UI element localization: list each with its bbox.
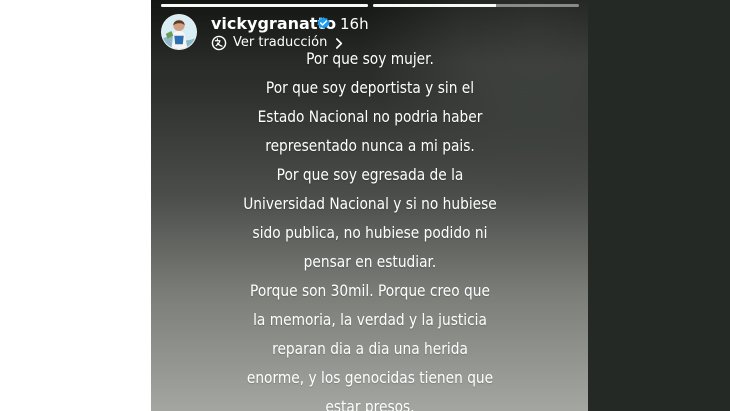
background-panel [588,0,730,411]
story-text-line: la memoria, la verdad y la justicia [253,310,487,329]
profile-avatar[interactable] [161,14,197,50]
story-text-line: Por que soy mujer. [306,49,434,68]
story-text-line: enorme, y los genocidas tienen que [246,368,494,387]
story-text-line: pensar en estudiar. [303,252,437,271]
story-text-line: Por que soy deportista y sin el [265,78,475,97]
story-text-line: Porque son 30mil. Porque creo que [250,281,490,300]
story-progress-bars [161,4,579,8]
progress-fill-1 [161,4,368,7]
story-text-line: Universidad Nacional y si no hubiese [243,194,497,213]
progress-segment-2 [372,4,579,7]
instagram-story[interactable]: vickygranatto 16h Ver traducción Por que… [151,0,588,411]
story-text-line: Por que soy egresada de la [276,165,464,184]
story-text-line: representado nunca a mi pais. [265,136,475,155]
story-text-line: Estado Nacional no podria haber [257,107,483,126]
story-text-line: estar presos. [325,397,415,411]
progress-segment-1 [161,4,368,7]
story-text-line: sido publica, no hubiese podido ni [252,223,488,242]
story-text-line: reparan dia a dia una herida [272,339,468,358]
progress-fill-2 [372,4,497,7]
verified-icon [316,16,331,31]
story-time: 16h [340,15,369,33]
page: vickygranatto 16h Ver traducción Por que… [0,0,730,411]
story-text: Por que soy mujer. Por que soy deportist… [214,44,525,411]
